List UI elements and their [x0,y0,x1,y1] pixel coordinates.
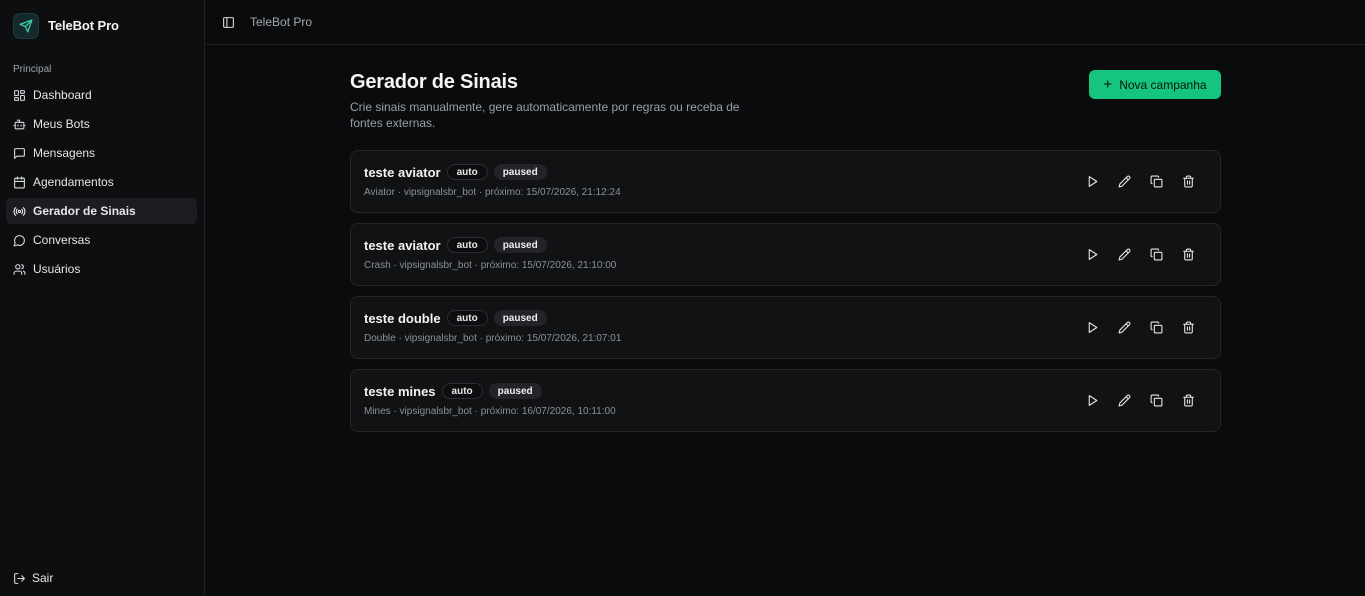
play-icon [1088,248,1097,260]
sidebar-item-label: Agendamentos [33,175,114,189]
duplicate-button[interactable] [1140,317,1172,337]
delete-button[interactable] [1172,317,1204,337]
message-circle-icon [13,234,25,246]
duplicate-button[interactable] [1140,390,1172,410]
delete-button[interactable] [1172,390,1204,410]
sidebar-item-usuarios[interactable]: Usuários [6,256,197,282]
play-icon [1088,175,1097,187]
trash-icon [1182,321,1194,333]
status-badge: paused [488,383,542,399]
app-name: TeleBot Pro [48,18,119,33]
log-out-icon [14,572,25,584]
nav-section-label: Principal [13,64,52,75]
sidebar-item-meus-bots[interactable]: Meus Bots [6,111,197,137]
top-bar: TeleBot Pro [205,0,1365,45]
duplicate-button[interactable] [1140,171,1172,191]
new-campaign-button[interactable]: + Nova campanha [1089,70,1221,99]
pencil-icon [1118,175,1130,187]
mode-badge: auto [446,237,488,253]
campaign-card: teste mines auto paused Mines · vipsigna… [350,369,1221,432]
pencil-icon [1118,248,1130,260]
campaign-name: teste mines [364,383,436,399]
play-button[interactable] [1076,244,1108,264]
sidebar-toggle-button[interactable] [222,15,236,29]
brand[interactable]: TeleBot Pro [13,12,119,39]
campaign-meta: Double · vipsignalsbr_bot · próximo: 15/… [364,333,622,344]
mode-badge: auto [441,383,483,399]
pencil-icon [1118,394,1130,406]
edit-button[interactable] [1108,317,1140,337]
sidebar-item-mensagens[interactable]: Mensagens [6,140,197,166]
sidebar-item-label: Mensagens [33,146,96,160]
status-badge: paused [493,237,547,253]
users-icon [13,263,26,275]
copy-icon [1150,321,1162,333]
page-subtitle: Crie sinais manualmente, gere automatica… [350,100,740,130]
play-button[interactable] [1076,171,1108,191]
layout-grid-icon [14,89,25,101]
logout-button[interactable]: Sair [13,571,53,585]
send-logo-icon [13,12,39,39]
panel-left-icon [223,16,234,28]
campaign-meta: Crash · vipsignalsbr_bot · próximo: 15/0… [364,260,617,271]
play-button[interactable] [1076,317,1108,337]
trash-icon [1182,248,1194,260]
campaign-card: teste aviator auto paused Aviator · vips… [350,150,1221,213]
play-icon [1088,394,1097,406]
breadcrumb: TeleBot Pro [250,15,313,29]
bot-icon [13,119,26,129]
radio-icon [13,206,26,216]
play-button[interactable] [1076,390,1108,410]
sidebar-item-label: Gerador de Sinais [33,204,136,218]
campaign-meta: Aviator · vipsignalsbr_bot · próximo: 15… [364,187,621,198]
campaign-list: teste aviator auto paused Aviator · vips… [350,150,1221,442]
copy-icon [1150,175,1162,187]
campaign-name: teste double [364,310,441,326]
edit-button[interactable] [1108,171,1140,191]
sidebar-item-label: Usuários [33,262,81,276]
new-campaign-label: Nova campanha [1119,77,1207,92]
delete-button[interactable] [1172,171,1204,191]
trash-icon [1182,175,1194,187]
duplicate-button[interactable] [1140,244,1172,264]
sidebar: TeleBot Pro Principal Dashboard Meus Bot… [0,0,205,596]
pencil-icon [1118,321,1130,333]
mode-badge: auto [446,310,488,326]
sidebar-item-conversas[interactable]: Conversas [6,227,197,253]
campaign-meta: Mines · vipsignalsbr_bot · próximo: 16/0… [364,406,616,417]
copy-icon [1150,394,1162,406]
page-title: Gerador de Sinais [350,71,518,93]
sidebar-item-agendamentos[interactable]: Agendamentos [6,169,197,195]
sidebar-item-label: Meus Bots [33,117,90,131]
calendar-icon [14,176,25,188]
campaign-card: teste aviator auto paused Crash · vipsig… [350,223,1221,286]
sidebar-item-label: Conversas [33,233,91,247]
mode-badge: auto [446,164,488,180]
campaign-name: teste aviator [364,164,441,180]
edit-button[interactable] [1108,390,1140,410]
status-badge: paused [493,164,547,180]
sidebar-item-label: Dashboard [33,88,92,102]
delete-button[interactable] [1172,244,1204,264]
copy-icon [1150,248,1162,260]
trash-icon [1182,394,1194,406]
play-icon [1088,321,1097,333]
campaign-card: teste double auto paused Double · vipsig… [350,296,1221,359]
campaign-name: teste aviator [364,237,441,253]
edit-button[interactable] [1108,244,1140,264]
plus-icon: + [1103,76,1113,93]
logout-label: Sair [32,571,54,585]
sidebar-item-dashboard[interactable]: Dashboard [6,82,197,108]
status-badge: paused [493,310,547,326]
sidebar-nav: Dashboard Meus Bots Mensagens Agendament… [6,82,197,285]
message-square-icon [14,147,25,159]
sidebar-item-gerador-de-sinais[interactable]: Gerador de Sinais [6,198,197,224]
